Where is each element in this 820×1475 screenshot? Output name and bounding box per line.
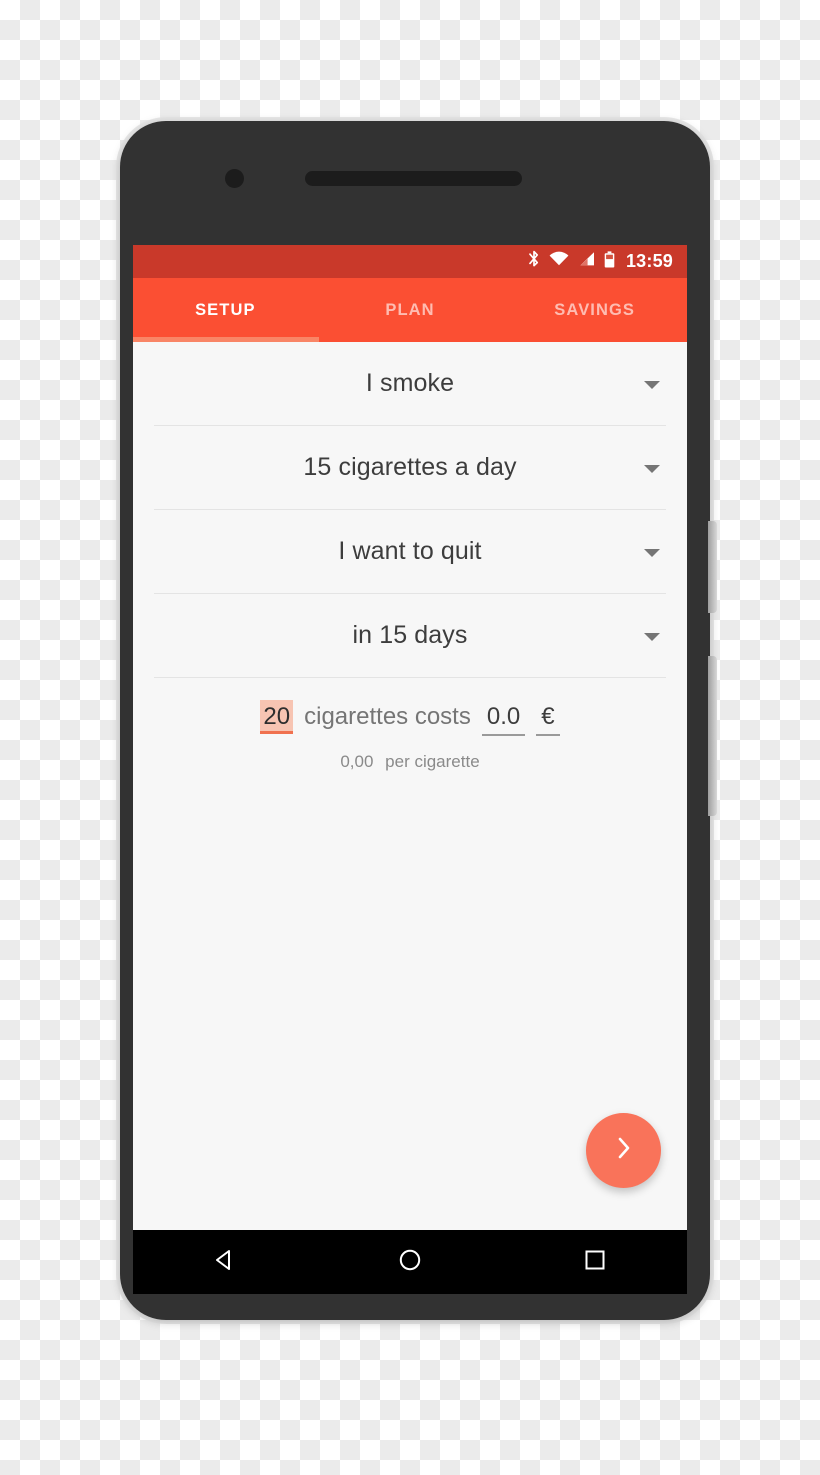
home-circle-icon — [397, 1247, 423, 1278]
dropdown-smoking-status-label: I smoke — [365, 369, 455, 397]
dropdown-cigarettes-per-day[interactable]: 15 cigarettes a day — [154, 426, 666, 510]
dropdown-goal-label: I want to quit — [338, 537, 482, 565]
nav-recents-button[interactable] — [560, 1230, 630, 1294]
chevron-down-icon — [644, 548, 660, 557]
earpiece-speaker-icon — [305, 171, 522, 186]
setup-form: I smoke 15 cigarettes a day I want to qu… — [133, 342, 687, 1230]
status-bar-clock: 13:59 — [625, 251, 673, 271]
pack-cost-label: cigarettes costs — [304, 703, 471, 730]
next-fab-button[interactable] — [586, 1113, 661, 1188]
tab-plan[interactable]: PLAN — [318, 278, 503, 342]
dropdown-timeframe-label: in 15 days — [352, 621, 468, 649]
volume-rocker-button[interactable] — [708, 656, 717, 816]
power-button[interactable] — [708, 521, 717, 613]
nav-home-button[interactable] — [375, 1230, 445, 1294]
chevron-right-icon — [613, 1133, 635, 1168]
dropdown-timeframe[interactable]: in 15 days — [154, 594, 666, 678]
battery-icon — [604, 250, 615, 273]
bluetooth-icon — [528, 250, 540, 273]
currency-input[interactable]: € — [536, 703, 560, 736]
dropdown-goal[interactable]: I want to quit — [154, 510, 666, 594]
back-triangle-icon — [212, 1247, 238, 1278]
per-cigarette-value: 0,00 — [340, 752, 374, 771]
pack-cost-row: 20 cigarettes costs 0.0 € — [133, 700, 687, 736]
nav-back-button[interactable] — [190, 1230, 260, 1294]
tab-setup[interactable]: SETUP — [133, 278, 318, 342]
wifi-icon — [549, 251, 569, 272]
status-bar: 13:59 — [133, 245, 687, 278]
pack-quantity-input[interactable]: 20 — [260, 700, 294, 735]
phone-screen: 13:59 SETUP PLAN SAVINGS I smoke 15 ciga… — [133, 245, 687, 1230]
pack-price-input[interactable]: 0.0 — [481, 703, 526, 736]
camera-dot-icon — [225, 169, 244, 188]
per-cigarette-label: per cigarette — [385, 752, 480, 771]
phone-device: 13:59 SETUP PLAN SAVINGS I smoke 15 ciga… — [120, 121, 717, 1320]
android-navigation-bar — [133, 1230, 687, 1294]
chevron-down-icon — [644, 380, 660, 389]
dropdown-cigarettes-per-day-label: 15 cigarettes a day — [303, 453, 517, 481]
dropdown-smoking-status[interactable]: I smoke — [154, 342, 666, 426]
chevron-down-icon — [644, 464, 660, 473]
tab-savings[interactable]: SAVINGS — [502, 278, 687, 342]
per-cigarette-summary: 0,00 per cigarette — [133, 752, 687, 772]
tab-bar: SETUP PLAN SAVINGS — [133, 278, 687, 342]
recents-square-icon — [582, 1247, 608, 1278]
chevron-down-icon — [644, 632, 660, 641]
cellular-signal-icon — [578, 251, 595, 272]
